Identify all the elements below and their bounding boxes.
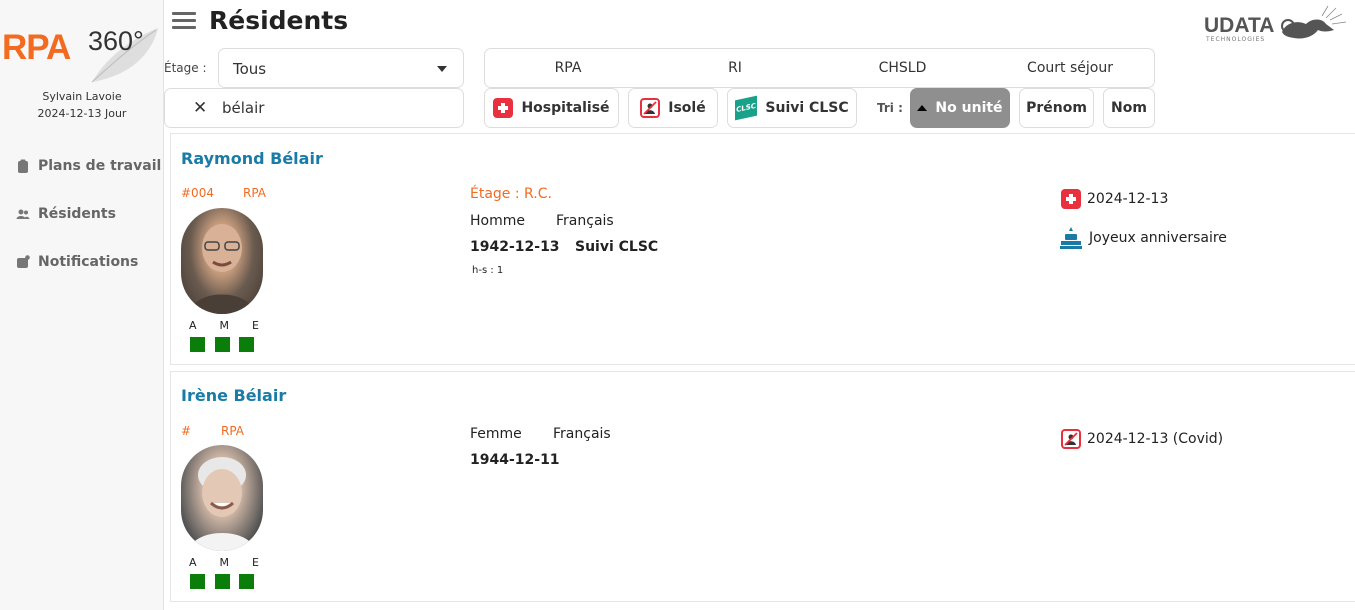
sort-firstname-button[interactable]: Prénom xyxy=(1019,88,1094,128)
resident-number: #004 xyxy=(181,186,214,200)
alert-text: Joyeux anniversaire xyxy=(1089,230,1227,246)
user-name: Sylvain Lavoie xyxy=(42,90,122,103)
floor-label: Étage : xyxy=(164,61,207,75)
alert-birthday: Joyeux anniversaire xyxy=(1059,226,1227,250)
ame-e-status xyxy=(239,337,254,352)
resident-birthdate: 1944-12-11 xyxy=(470,452,560,468)
resident-type: RPA xyxy=(221,424,245,438)
ame-m-label: M xyxy=(219,319,230,332)
sidebar-item-residents[interactable]: Résidents xyxy=(16,206,116,222)
ame-labels: A M E xyxy=(189,556,259,569)
resident-gender: Femme xyxy=(470,426,522,442)
ame-m-label: M xyxy=(219,556,230,569)
hospitalized-filter-button[interactable]: Hospitalisé xyxy=(484,88,619,128)
resident-photo xyxy=(181,208,263,314)
resident-name[interactable]: Raymond Bélair xyxy=(181,149,323,168)
sidebar-item-label: Résidents xyxy=(38,206,116,222)
ame-e-label: E xyxy=(252,319,259,332)
resident-card[interactable]: Irène Bélair # RPA A M E Femme Français … xyxy=(170,371,1355,602)
chevron-down-icon xyxy=(437,66,447,72)
ame-m-status xyxy=(215,574,230,589)
type-filter-chsld[interactable]: CHSLD xyxy=(819,48,987,88)
type-filter-ri[interactable]: RI xyxy=(651,48,820,88)
type-filter-court-sejour[interactable]: Court séjour xyxy=(986,48,1155,88)
resident-name[interactable]: Irène Bélair xyxy=(181,386,286,405)
floor-select-value: Tous xyxy=(233,60,267,78)
alert-text: 2024-12-13 xyxy=(1087,191,1169,207)
page-title: Résidents xyxy=(209,6,349,35)
ame-a-label: A xyxy=(189,319,197,332)
alert-hospitalized: 2024-12-13 xyxy=(1061,189,1168,209)
sidebar-item-notifications[interactable]: Notifications xyxy=(16,254,138,270)
clsc-filter-button[interactable]: CLSC Suivi CLSC xyxy=(727,88,857,128)
user-shift: 2024-12-13 Jour xyxy=(37,107,127,120)
floor-select[interactable]: Tous xyxy=(218,48,464,88)
hamburger-menu-icon[interactable] xyxy=(172,12,196,30)
app-logo: RPA 360° xyxy=(0,22,164,83)
isolation-icon xyxy=(1061,429,1081,449)
isolated-label: Isolé xyxy=(668,100,706,116)
notification-icon xyxy=(17,255,30,268)
chameleon-icon xyxy=(1281,5,1347,39)
type-filter-rpa[interactable]: RPA xyxy=(484,48,652,88)
brand-name: UDATA xyxy=(1204,14,1275,37)
sidebar: RPA 360° Sylvain Lavoie 2024-12-13 Jour … xyxy=(0,0,164,610)
top-bar: Résidents UDATA TECHNOLOGIES xyxy=(164,0,1355,46)
sidebar-item-label: Notifications xyxy=(38,254,139,270)
clipboard-icon xyxy=(18,159,28,173)
resident-floor: Étage : R.C. xyxy=(470,186,552,202)
alert-text: 2024-12-13 (Covid) xyxy=(1087,431,1224,447)
resident-number: # xyxy=(181,424,192,438)
ame-labels: A M E xyxy=(189,319,259,332)
sort-ascending-icon xyxy=(917,105,928,111)
logo-text: RPA xyxy=(2,28,71,67)
resident-type: RPA xyxy=(243,186,267,200)
clsc-label: Suivi CLSC xyxy=(765,100,849,116)
brand-logo: UDATA TECHNOLOGIES xyxy=(1204,2,1349,46)
search-field[interactable]: ✕ bélair xyxy=(164,88,464,128)
resident-photo xyxy=(181,445,263,551)
clear-search-icon[interactable]: ✕ xyxy=(193,98,207,118)
resident-gender: Homme xyxy=(470,213,525,229)
clsc-icon: CLSC xyxy=(735,95,758,121)
sort-label: Tri : xyxy=(877,101,903,115)
search-input[interactable]: bélair xyxy=(222,99,264,117)
hospital-cross-icon xyxy=(1061,189,1081,209)
sidebar-item-label: Plans de travail xyxy=(38,158,162,174)
sort-unit-button[interactable]: No unité xyxy=(910,88,1010,128)
hospitalized-label: Hospitalisé xyxy=(521,100,610,116)
ame-e-status xyxy=(239,574,254,589)
sort-unit-label: No unité xyxy=(935,100,1003,116)
resident-birthdate: 1942-12-13 xyxy=(470,239,560,255)
resident-card[interactable]: Raymond Bélair #004 RPA A M E Étage : R.… xyxy=(170,133,1355,365)
sidebar-item-plans[interactable]: Plans de travail xyxy=(16,158,161,174)
ame-a-status xyxy=(190,337,205,352)
logo-suffix: 360° xyxy=(88,26,144,56)
brand-subtitle: TECHNOLOGIES xyxy=(1206,36,1266,43)
birthday-cake-icon xyxy=(1060,227,1082,249)
sort-lastname-button[interactable]: Nom xyxy=(1103,88,1155,128)
ame-m-status xyxy=(215,337,230,352)
alert-isolated: 2024-12-13 (Covid) xyxy=(1061,429,1223,449)
isolated-filter-button[interactable]: Isolé xyxy=(628,88,718,128)
isolation-icon xyxy=(640,98,661,118)
ame-a-label: A xyxy=(189,556,197,569)
resident-language: Français xyxy=(553,426,611,442)
ame-e-label: E xyxy=(252,556,259,569)
resident-language: Français xyxy=(556,213,614,229)
resident-extra: h-s : 1 xyxy=(472,265,504,276)
users-icon xyxy=(16,209,30,219)
resident-follow-up: Suivi CLSC xyxy=(575,239,659,255)
hospital-cross-icon xyxy=(493,98,514,118)
ame-a-status xyxy=(190,574,205,589)
